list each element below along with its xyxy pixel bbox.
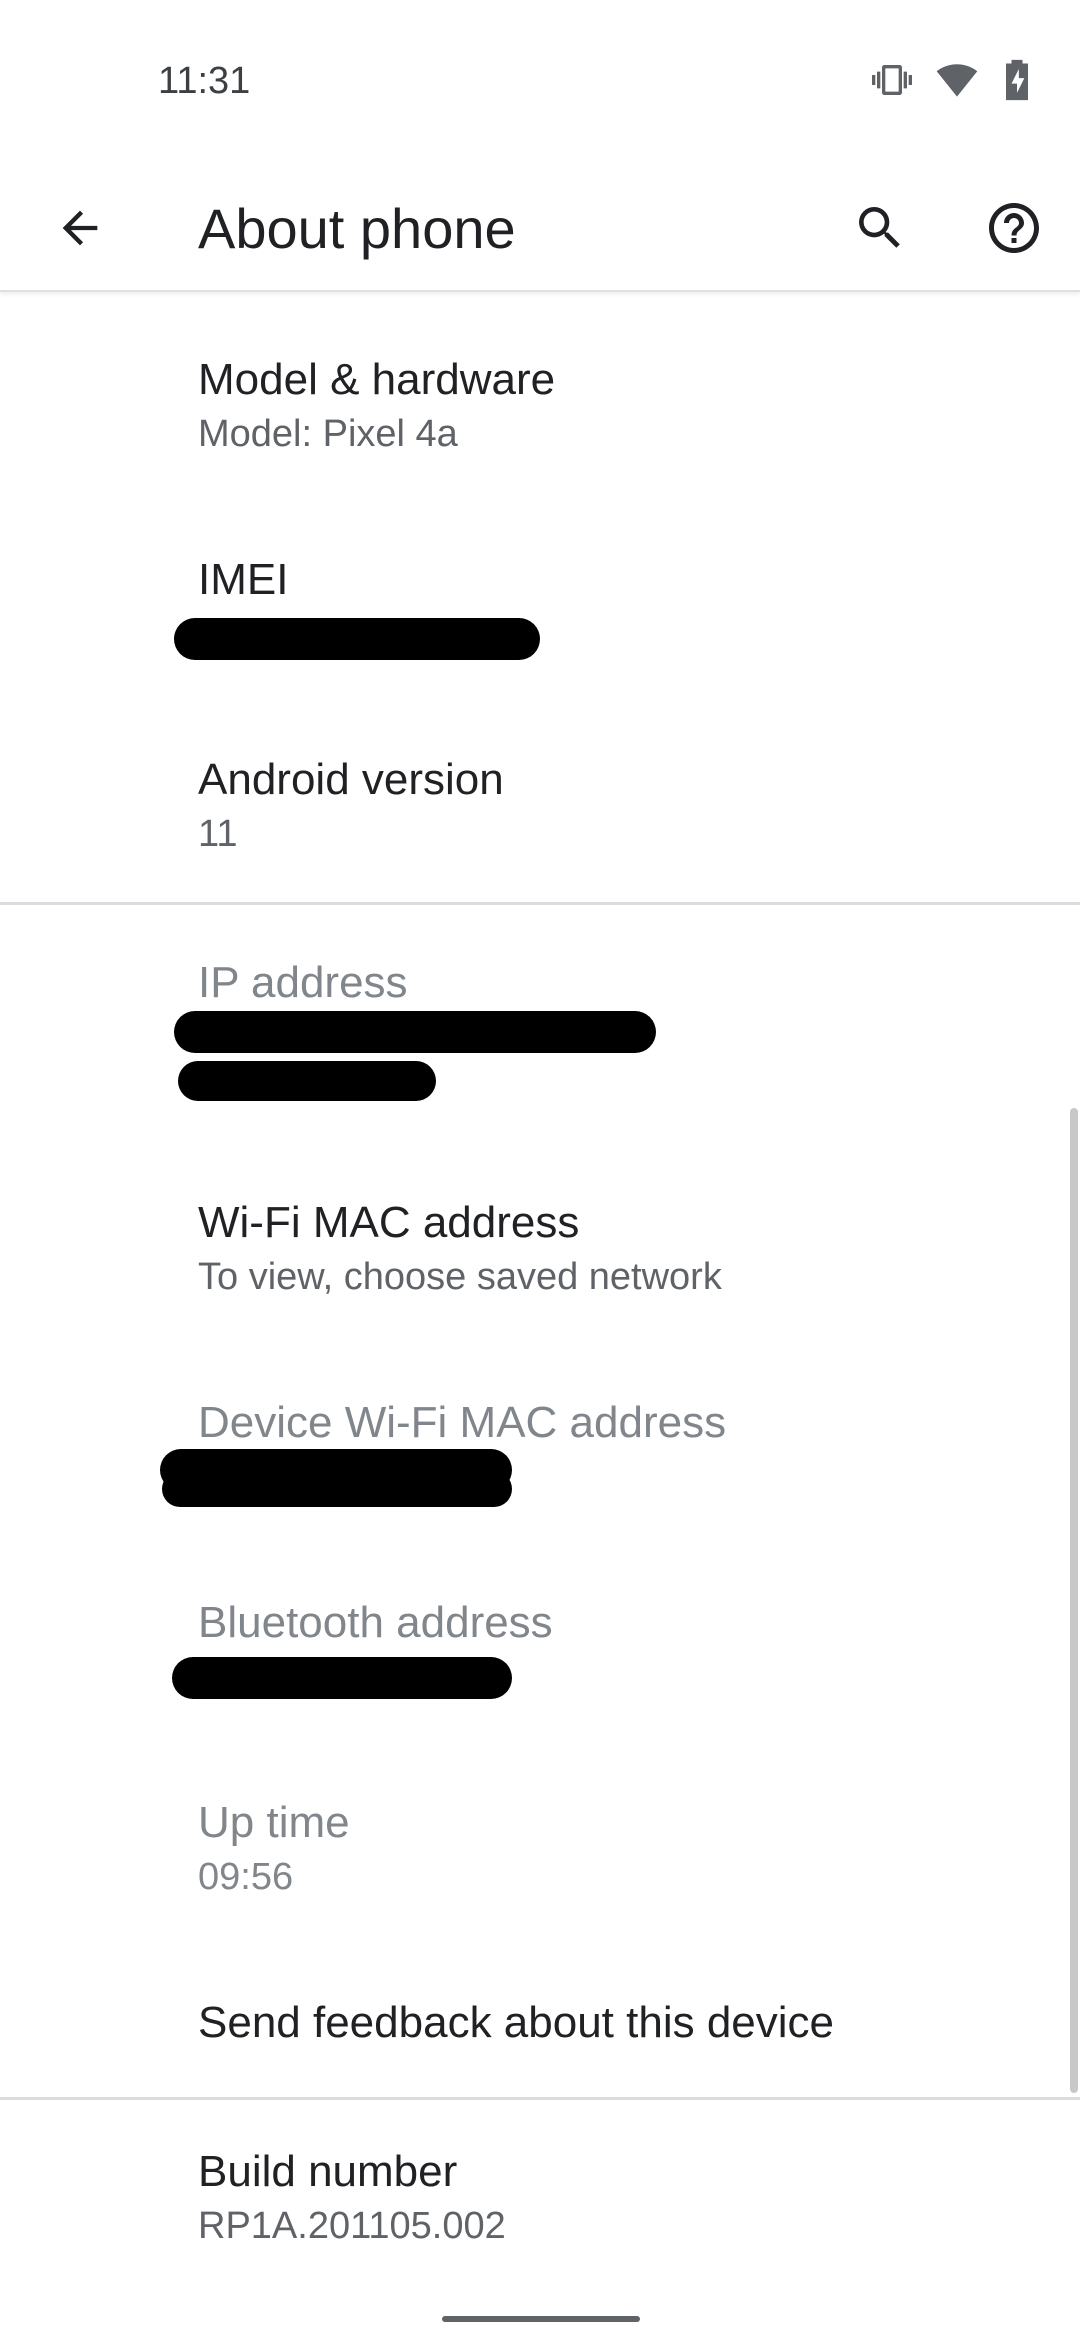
list-item-ip-address: IP address — [0, 905, 1080, 1115]
help-button[interactable] — [974, 190, 1054, 270]
app-bar: About phone — [0, 170, 1080, 292]
item-title: Bluetooth address — [198, 1598, 553, 1647]
item-title: Model & hardware — [198, 355, 556, 404]
item-title: Wi-Fi MAC address — [198, 1198, 580, 1247]
back-button[interactable] — [40, 190, 120, 270]
list-item-device-wifi-mac: Device Wi-Fi MAC address — [0, 1315, 1080, 1515]
page-title: About phone — [198, 197, 516, 260]
item-title: Up time — [198, 1798, 350, 1847]
list-item-bluetooth-address: Bluetooth address — [0, 1515, 1080, 1715]
item-summary: Model: Pixel 4a — [198, 413, 458, 455]
item-summary: RP1A.201105.002 — [198, 2205, 506, 2247]
redacted-value — [174, 1011, 656, 1053]
item-summary: 11 — [198, 813, 238, 855]
list-item-up-time: Up time 09:56 — [0, 1715, 1080, 1915]
list-item-wifi-mac[interactable]: Wi-Fi MAC address To view, choose saved … — [0, 1115, 1080, 1315]
item-title: Device Wi-Fi MAC address — [198, 1398, 727, 1447]
gesture-nav-handle[interactable] — [442, 2316, 640, 2322]
list-item-build-number[interactable]: Build number RP1A.201105.002 — [0, 2100, 1080, 2300]
list-item-android-version[interactable]: Android version 11 — [0, 692, 1080, 902]
search-button[interactable] — [840, 190, 920, 270]
wifi-icon — [936, 59, 978, 101]
item-title: Build number — [198, 2147, 458, 2196]
status-time: 11:31 — [158, 60, 251, 102]
status-bar: 11:31 — [0, 0, 1080, 170]
redacted-value — [162, 1471, 512, 1507]
redacted-value — [172, 1657, 512, 1699]
redacted-value — [178, 1061, 436, 1101]
item-summary: To view, choose saved network — [198, 1256, 722, 1298]
item-title: Send feedback about this device — [198, 1998, 835, 2047]
scrollbar[interactable] — [1070, 1108, 1078, 2093]
list-item-model-hardware[interactable]: Model & hardware Model: Pixel 4a — [0, 292, 1080, 492]
status-icons — [872, 58, 1032, 102]
help-icon — [984, 198, 1044, 263]
item-title: IP address — [198, 958, 408, 1007]
arrow-back-icon — [54, 202, 106, 259]
list-item-imei[interactable]: IMEI — [0, 492, 1080, 692]
search-icon — [852, 200, 908, 261]
vibrate-icon — [872, 60, 912, 100]
item-title: Android version — [198, 755, 504, 804]
redacted-value — [174, 618, 540, 660]
battery-charging-icon — [1002, 58, 1032, 102]
list-item-send-feedback[interactable]: Send feedback about this device — [0, 1915, 1080, 2097]
item-summary: 09:56 — [198, 1856, 294, 1898]
item-title: IMEI — [198, 555, 289, 604]
